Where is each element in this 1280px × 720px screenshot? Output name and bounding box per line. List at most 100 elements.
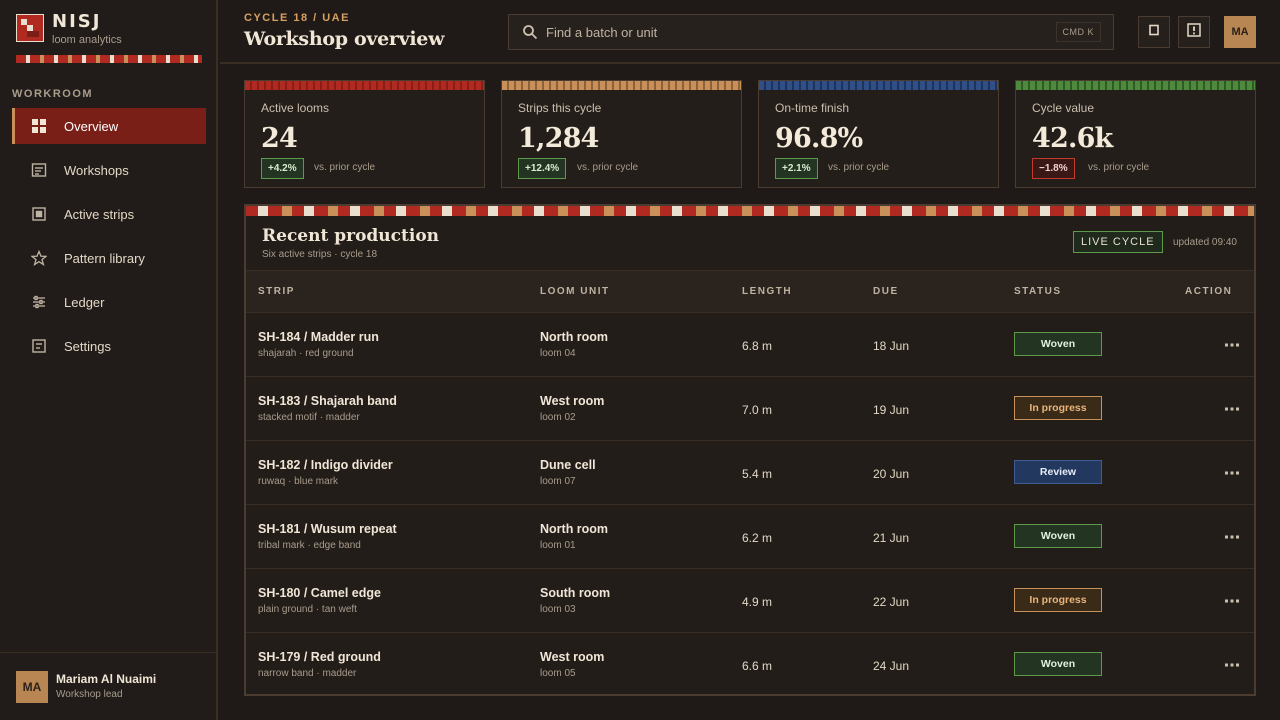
status-badge: In progress <box>1014 588 1102 612</box>
stat-cards: Active looms 24 +4.2% vs. prior cycle St… <box>244 80 1256 188</box>
strip-length: 6.6 m <box>742 659 773 673</box>
strip-name[interactable]: SH-179 / Red ground <box>258 650 381 664</box>
updated-timestamp: updated 09:40 <box>1173 237 1237 248</box>
user-name: Mariam Al Nuaimi <box>56 672 157 686</box>
column-header-length[interactable]: LENGTH <box>742 286 792 297</box>
status-badge: Woven <box>1014 524 1102 548</box>
strip-length: 4.9 m <box>742 595 773 609</box>
user-profile[interactable]: MA Mariam Al Nuaimi Workshop lead <box>0 652 216 720</box>
keyboard-shortcut-hint: CMD K <box>1055 22 1101 42</box>
column-header-status[interactable]: STATUS <box>1014 286 1062 297</box>
row-actions-button[interactable] <box>1218 461 1246 485</box>
table-row[interactable]: SH-179 / Red ground narrow band · madder… <box>246 632 1254 694</box>
row-actions-button[interactable] <box>1218 333 1246 357</box>
due-date: 22 Jun <box>873 595 910 609</box>
sidebar-item-ledger[interactable]: Ledger <box>12 284 206 320</box>
sidebar-nav: Overview Workshops Active strips Pattern… <box>12 108 206 372</box>
status-badge: In progress <box>1014 396 1102 420</box>
strip-name[interactable]: SH-184 / Madder run <box>258 330 379 344</box>
table-row[interactable]: SH-183 / Shajarah band stacked motif · m… <box>246 376 1254 440</box>
loom-number: loom 07 <box>540 476 576 487</box>
stat-delta-badge: −1.8% <box>1032 158 1075 179</box>
table-row[interactable]: SH-181 / Wusum repeat tribal mark · edge… <box>246 504 1254 568</box>
strip-length: 6.8 m <box>742 339 773 353</box>
sidebar-item-label: Overview <box>64 118 119 134</box>
table-row[interactable]: SH-184 / Madder run shajarah · red groun… <box>246 312 1254 376</box>
square-icon <box>1148 23 1160 41</box>
table-row[interactable]: SH-182 / Indigo divider ruwaq · blue mar… <box>246 440 1254 504</box>
sidebar-item-settings[interactable]: Settings <box>12 328 206 364</box>
settings-icon <box>31 338 47 354</box>
search-bar[interactable]: CMD K <box>508 14 1114 50</box>
loom-number: loom 03 <box>540 604 576 615</box>
row-actions-button[interactable] <box>1218 397 1246 421</box>
alert-icon <box>1187 22 1201 42</box>
loom-number: loom 01 <box>540 540 576 551</box>
avatar[interactable]: MA <box>1224 16 1256 48</box>
stat-card-cycle-value[interactable]: Cycle value 42.6k −1.8% vs. prior cycle <box>1015 80 1256 188</box>
stat-delta-badge: +12.4% <box>518 158 567 179</box>
strip-pattern: tribal mark · edge band <box>258 540 361 551</box>
live-cycle-badge: LIVE CYCLE <box>1073 231 1163 253</box>
brand[interactable]: NISJ loom analytics <box>16 12 122 46</box>
sidebar-item-pattern-library[interactable]: Pattern library <box>12 240 206 276</box>
row-actions-button[interactable] <box>1218 653 1246 677</box>
sliders-icon <box>31 294 47 310</box>
strip-pattern: stacked motif · madder <box>258 412 360 423</box>
woven-band <box>246 206 1254 216</box>
row-actions-button[interactable] <box>1218 525 1246 549</box>
column-header-action: ACTION <box>1185 286 1233 297</box>
recent-production-panel: Recent production Six active strips · cy… <box>244 204 1256 696</box>
alerts-button[interactable] <box>1178 16 1210 48</box>
stat-card-active-looms[interactable]: Active looms 24 +4.2% vs. prior cycle <box>244 80 485 188</box>
woven-band <box>1016 81 1255 90</box>
more-icon <box>1225 663 1239 667</box>
strip-length: 7.0 m <box>742 403 773 417</box>
woven-strip-divider <box>16 55 202 63</box>
sidebar-item-label: Workshops <box>64 162 129 178</box>
stat-label: Cycle value <box>1032 101 1095 115</box>
strip-pattern: shajarah · red ground <box>258 348 354 359</box>
stat-card-strips[interactable]: Strips this cycle 1,284 +12.4% vs. prior… <box>501 80 742 188</box>
sidebar-item-workshops[interactable]: Workshops <box>12 152 206 188</box>
more-icon <box>1225 471 1239 475</box>
sidebar-item-overview[interactable]: Overview <box>12 108 206 144</box>
more-icon <box>1225 599 1239 603</box>
view-toggle-button[interactable] <box>1138 16 1170 48</box>
row-actions-button[interactable] <box>1218 589 1246 613</box>
grid-icon <box>31 118 47 134</box>
strip-name[interactable]: SH-181 / Wusum repeat <box>258 522 397 536</box>
sidebar-item-active-strips[interactable]: Active strips <box>12 196 206 232</box>
woven-band <box>759 81 998 90</box>
column-header-due[interactable]: DUE <box>873 286 899 297</box>
strip-name[interactable]: SH-180 / Camel edge <box>258 586 381 600</box>
breadcrumb: CYCLE 18 / UAE <box>244 12 350 24</box>
star-icon <box>31 250 47 266</box>
due-date: 21 Jun <box>873 531 910 545</box>
strip-name[interactable]: SH-182 / Indigo divider <box>258 458 393 472</box>
loom-number: loom 05 <box>540 668 576 679</box>
stat-card-on-time[interactable]: On-time finish 96.8% +2.1% vs. prior cyc… <box>758 80 999 188</box>
stat-label: Strips this cycle <box>518 101 602 115</box>
square-icon <box>31 206 47 222</box>
brand-logo-icon <box>16 14 44 42</box>
stat-note: vs. prior cycle <box>314 162 376 173</box>
column-header-strip[interactable]: STRIP <box>258 286 295 297</box>
top-bar: CYCLE 18 / UAE Workshop overview CMD K M… <box>220 0 1280 64</box>
stat-label: On-time finish <box>775 101 850 115</box>
avatar: MA <box>16 671 48 703</box>
loom-unit: Dune cell <box>540 458 596 472</box>
column-header-loom-unit[interactable]: LOOM UNIT <box>540 286 610 297</box>
sidebar-item-label: Ledger <box>64 294 105 310</box>
stat-value: 24 <box>261 123 298 154</box>
status-badge: Woven <box>1014 652 1102 676</box>
loom-number: loom 02 <box>540 412 576 423</box>
nav-heading: WORKROOM <box>12 88 94 100</box>
table-row[interactable]: SH-180 / Camel edge plain ground · tan w… <box>246 568 1254 632</box>
status-badge: Review <box>1014 460 1102 484</box>
due-date: 24 Jun <box>873 659 910 673</box>
stat-note: vs. prior cycle <box>1088 162 1150 173</box>
search-input[interactable] <box>546 24 1056 40</box>
strip-name[interactable]: SH-183 / Shajarah band <box>258 394 397 408</box>
stat-delta-badge: +2.1% <box>775 158 818 179</box>
